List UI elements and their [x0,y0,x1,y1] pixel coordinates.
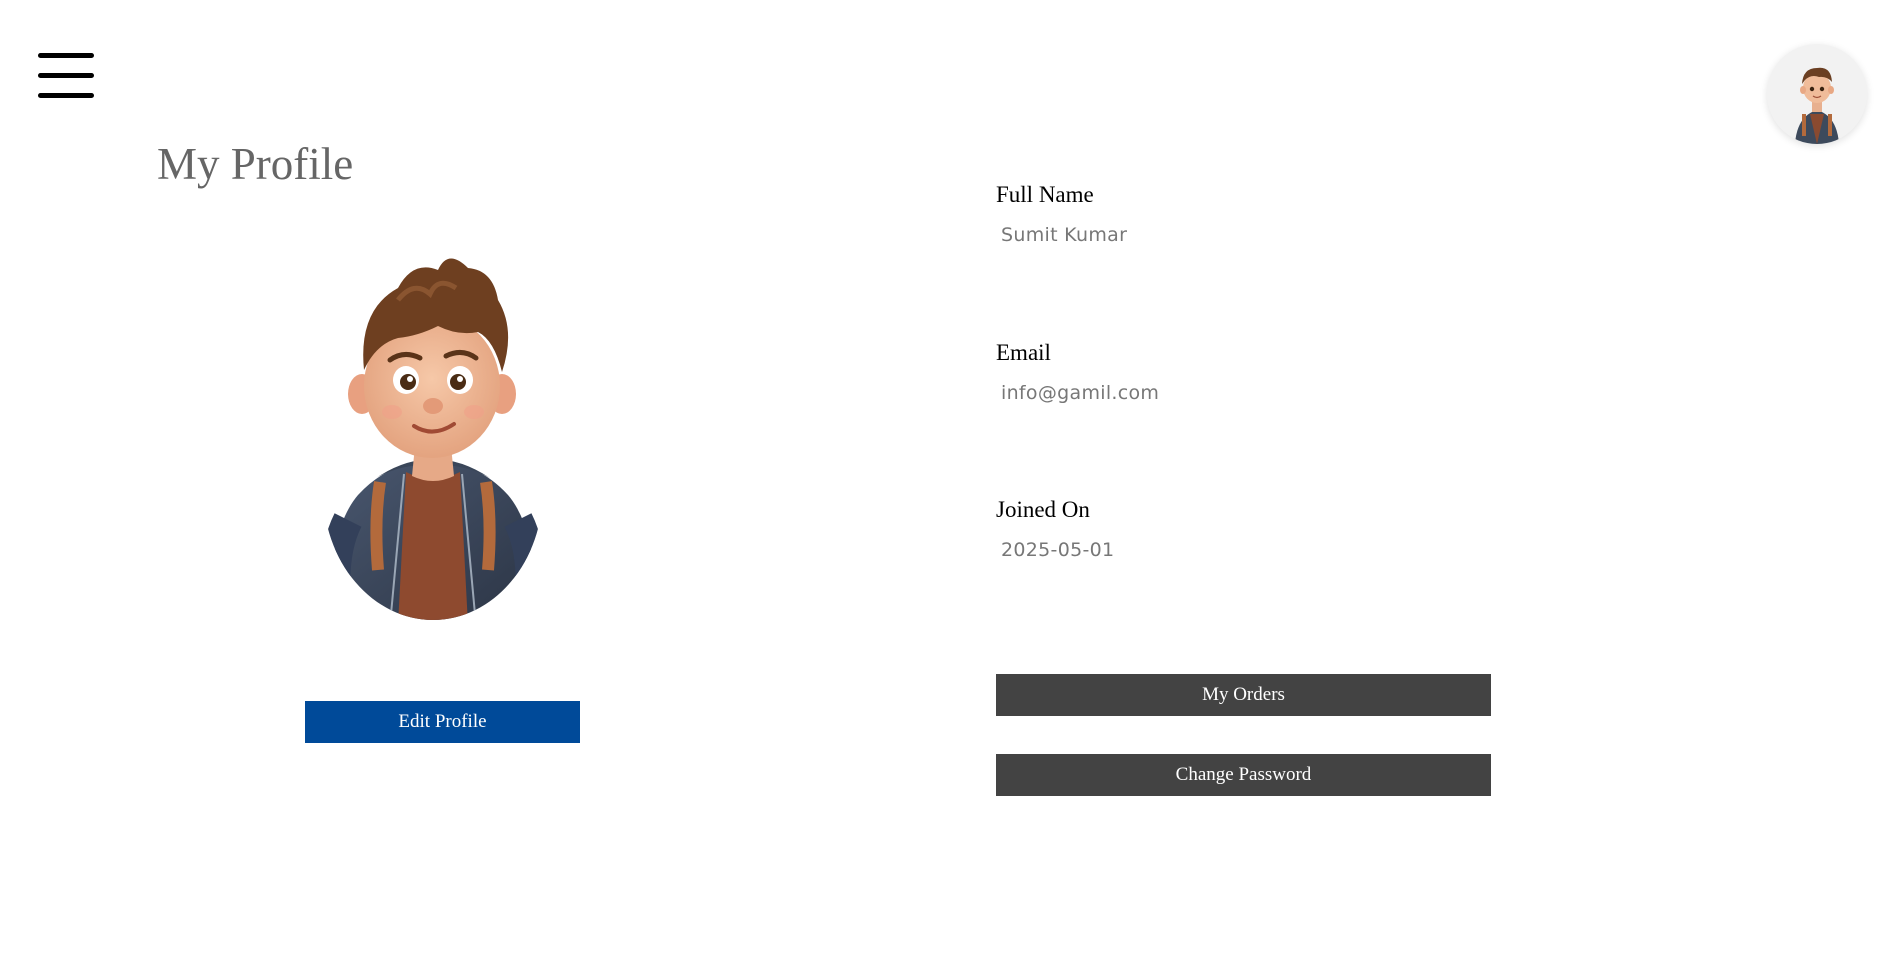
email-value: info@gamil.com [1001,382,1160,404]
hamburger-menu-icon[interactable] [38,53,94,101]
full-name-label: Full Name [996,182,1094,207]
profile-page: My Profile Edit Profile Full Name Sumit … [0,0,1893,975]
my-orders-button[interactable]: My Orders [996,674,1491,716]
cartoon-boy-illustration [323,258,543,620]
avatar-illustration [1795,67,1839,144]
page-title: My Profile [157,139,354,189]
menu-bar-top [38,53,94,58]
joined-on-label: Joined On [996,497,1090,522]
joined-on-value: 2025-05-01 [1001,539,1115,561]
profile-avatar-image [318,240,548,625]
full-name-value: Sumit Kumar [1001,224,1128,246]
email-label: Email [996,340,1051,365]
menu-bar-middle [38,73,94,78]
change-password-button[interactable]: Change Password [996,754,1491,796]
edit-profile-button[interactable]: Edit Profile [305,701,580,743]
menu-bar-bottom [38,93,94,98]
user-avatar-icon[interactable] [1767,44,1867,144]
